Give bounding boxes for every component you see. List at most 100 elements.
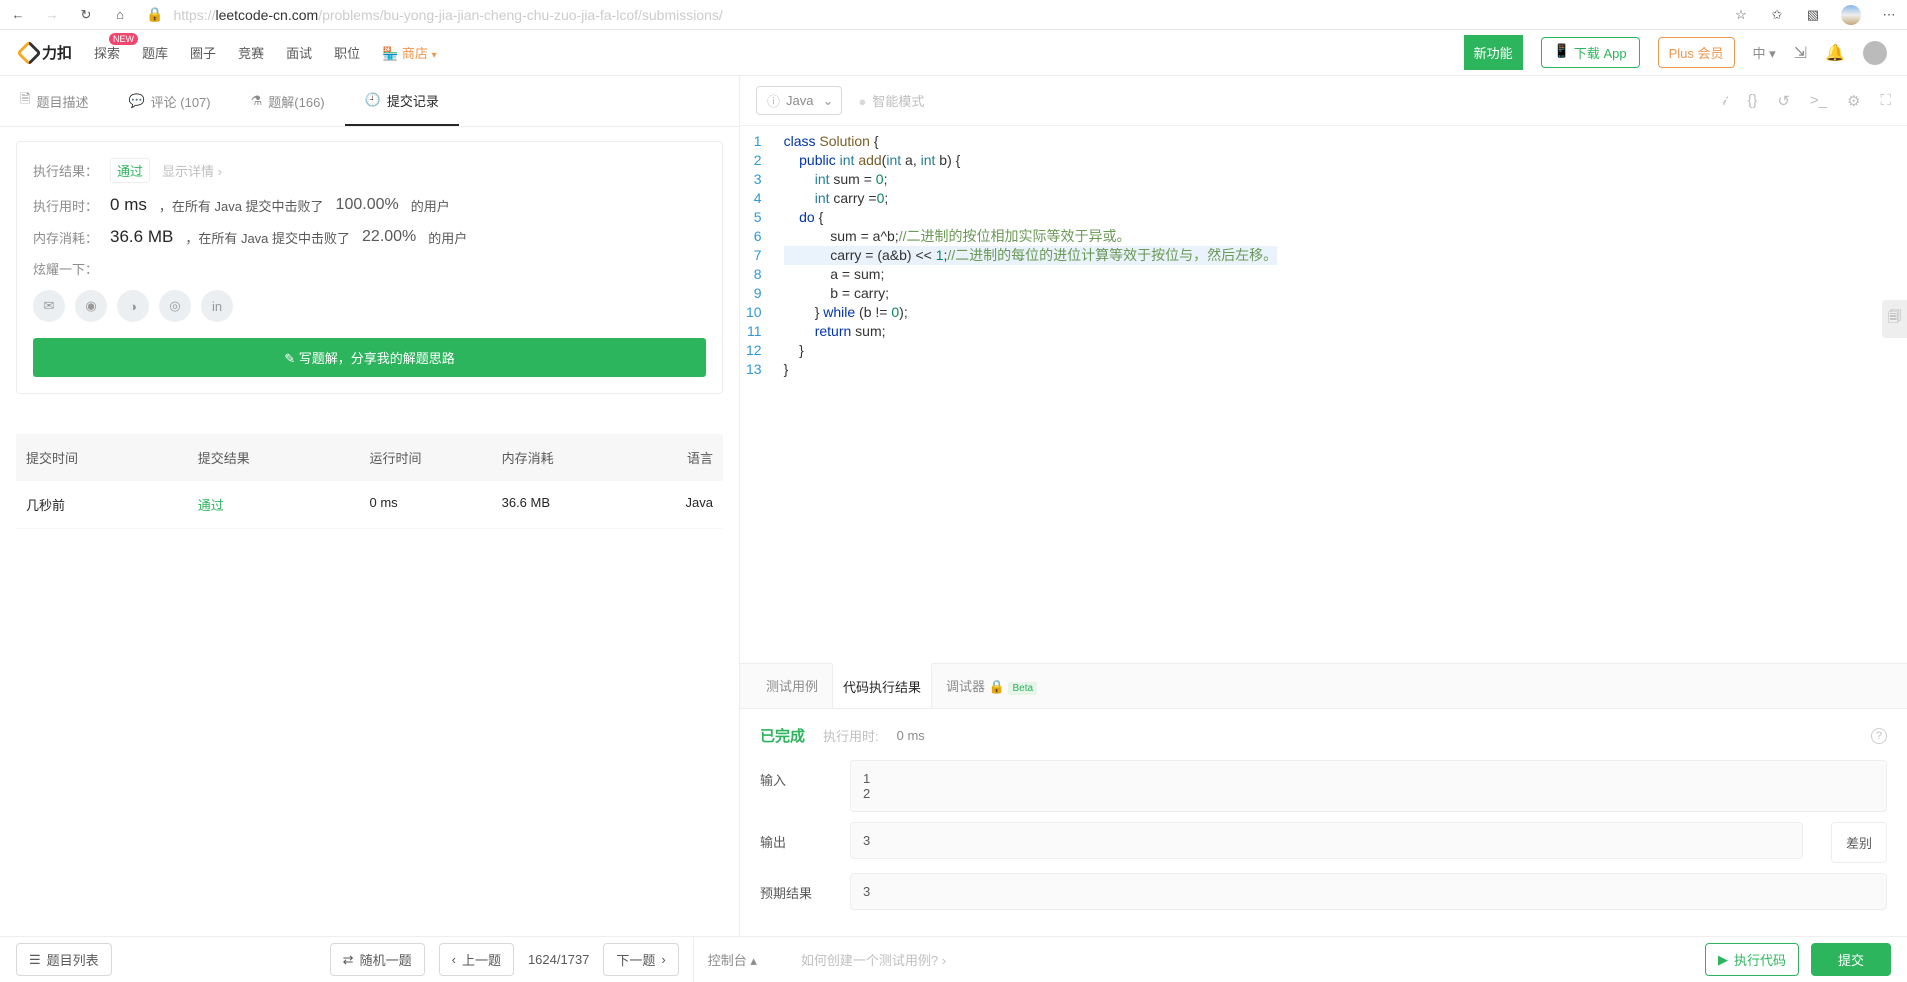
url-text: https://leetcode-cn.com/problems/bu-yong… [173,7,722,23]
douban-icon[interactable]: ◎ [159,290,191,322]
bell-icon[interactable]: 🔔 [1825,43,1845,63]
new-feature-banner[interactable]: 新功能 [1464,35,1523,70]
smart-mode-toggle[interactable]: 智能模式 [858,91,924,110]
site-nav: 力扣 探索NEW 题库 圈子 竞赛 面试 职位 🏪 商店 ▾ 新功能 📱下载 A… [0,30,1907,76]
list-icon: ☰ [29,952,41,968]
table-row[interactable]: 几秒前 通过 0 ms 36.6 MB Java [16,481,723,529]
expected-value: 3 [850,873,1887,910]
tab-testcase[interactable]: 测试用例 [756,664,828,708]
nav-contest[interactable]: 竞赛 [238,43,264,62]
transfer-icon[interactable]: ⇲ [1794,43,1807,63]
col-result: 提交结果 [198,448,370,467]
weibo-icon[interactable]: ◉ [75,290,107,322]
back-icon[interactable]: ← [10,7,26,22]
random-button[interactable]: ⇄随机一题 [330,943,425,976]
lock-icon: 🔒 [989,679,1005,694]
history-icon: 🕘 [365,92,381,108]
nav-problems[interactable]: 题库 [142,43,168,62]
output-value: 3 [850,822,1803,859]
tab-debugger[interactable]: 调试器 🔒 Beta [936,664,1047,708]
col-time: 提交时间 [26,448,198,467]
user-avatar[interactable] [1863,41,1887,65]
more-icon[interactable]: ⋯ [1881,7,1897,23]
home-icon[interactable]: ⌂ [112,7,128,22]
runtime-percentile: 100.00% [336,196,399,214]
star-icon[interactable]: ☆ [1733,7,1749,23]
col-memory: 内存消耗 [502,448,634,467]
download-app-button[interactable]: 📱下载 App [1541,37,1640,68]
tab-submissions[interactable]: 🕘提交记录 [345,76,459,126]
nav-shop[interactable]: 🏪 商店 ▾ [382,43,436,62]
info-icon[interactable]: 𝒾 [1722,92,1727,110]
console-toggle[interactable]: 控制台 ▴ [708,950,757,969]
submissions-table: 提交时间 提交结果 运行时间 内存消耗 语言 几秒前 通过 0 ms 36.6 … [16,434,723,529]
tab-comments[interactable]: 💬评论 (107) [108,76,230,126]
col-lang: 语言 [634,448,713,467]
language-selector[interactable]: 中 ▾ [1753,43,1776,62]
footer-bar: ☰题目列表 ⇄随机一题 ‹上一题 1624/1737 下一题› 控制台 ▴ 如何… [0,936,1907,982]
logo[interactable]: 力扣 [20,42,72,63]
qq-icon[interactable]: ◑ [117,290,149,322]
left-panel: 🗎题目描述 💬评论 (107) ⚗题解(166) 🕘提交记录 执行结果：通过显示… [0,76,740,936]
diff-button[interactable]: 差别 [1831,822,1887,863]
console-body: 已完成 执行用时: 0 ms ? 输入1 2 输出3差别 预期结果3 [740,709,1907,936]
chevron-right-icon: › [661,952,665,967]
code-editor[interactable]: 12345678910111213 class Solution { publi… [740,126,1907,663]
logo-icon [16,40,41,65]
language-dropdown[interactable]: ⓘJava [756,86,842,115]
forward-icon[interactable]: → [44,7,60,22]
tab-run-result[interactable]: 代码执行结果 [832,663,932,708]
output-label: 输出 [760,822,830,851]
wechat-icon[interactable]: ✉ [33,290,65,322]
info-icon: ⓘ [767,91,780,110]
nav-explore[interactable]: 探索NEW [94,43,120,62]
linkedin-icon[interactable]: in [201,290,233,322]
shop-icon: 🏪 [382,46,398,61]
nav-interview[interactable]: 面试 [286,43,312,62]
memory-value: 36.6 MB [110,227,173,247]
prev-button[interactable]: ‹上一题 [439,943,514,976]
favorites-icon[interactable]: ✩ [1769,7,1785,23]
undo-icon[interactable]: ↺ [1777,92,1790,110]
runtime-value: 0 ms [110,195,147,215]
input-value: 1 2 [850,760,1887,812]
address-bar[interactable]: 🔒 https://leetcode-cn.com/problems/bu-yo… [146,6,1715,23]
right-panel: ⓘJava 智能模式 𝒾 {} ↺ >_ ⚙ ⛶ 123456789101112… [740,76,1907,936]
runtime-label: 执行用时： [33,196,98,215]
console-tabs: 测试用例 代码执行结果 调试器 🔒 Beta [740,663,1907,709]
runtime-value: 0 ms [897,728,925,743]
tab-solutions[interactable]: ⚗题解(166) [231,76,345,126]
code-toolbar: ⓘJava 智能模式 𝒾 {} ↺ >_ ⚙ ⛶ [740,76,1907,126]
braces-icon[interactable]: {} [1747,92,1757,110]
page-indicator: 1624/1737 [528,952,589,967]
memory-percentile: 22.00% [362,228,416,246]
memory-label: 内存消耗： [33,228,98,247]
run-button[interactable]: ▶ 执行代码 [1705,943,1799,976]
runtime-label: 执行用时: [823,726,879,745]
settings-icon[interactable]: ⚙ [1847,92,1860,110]
comment-icon: 💬 [128,93,144,109]
done-label: 已完成 [760,725,805,746]
terminal-icon[interactable]: >_ [1810,92,1827,110]
nav-jobs[interactable]: 职位 [334,43,360,62]
help-icon[interactable]: ? [1871,728,1887,744]
copy-tab-icon[interactable]: 🗐 [1882,300,1907,338]
next-button[interactable]: 下一题› [603,943,678,976]
tab-description[interactable]: 🗎题目描述 [0,76,108,126]
refresh-icon[interactable]: ↻ [78,7,94,23]
shuffle-icon: ⇄ [343,952,354,968]
profile-avatar[interactable] [1841,5,1861,25]
col-runtime: 运行时间 [370,448,502,467]
fullscreen-icon[interactable]: ⛶ [1880,92,1891,110]
chevron-left-icon: ‹ [452,952,456,967]
phone-icon: 📱 [1554,43,1570,62]
testcase-hint[interactable]: 如何创建一个测试用例? › [801,950,946,969]
problem-list-button[interactable]: ☰题目列表 [16,943,112,976]
submit-button[interactable]: 提交 [1811,943,1891,976]
nav-circle[interactable]: 圈子 [190,43,216,62]
write-solution-button[interactable]: ✎ 写题解，分享我的解题思路 [33,338,706,377]
browser-toolbar: ← → ↻ ⌂ 🔒 https://leetcode-cn.com/proble… [0,0,1907,30]
plus-button[interactable]: Plus 会员 [1658,37,1735,68]
show-details-link[interactable]: 显示详情 › [162,161,222,180]
collections-icon[interactable]: ▧ [1805,7,1821,23]
